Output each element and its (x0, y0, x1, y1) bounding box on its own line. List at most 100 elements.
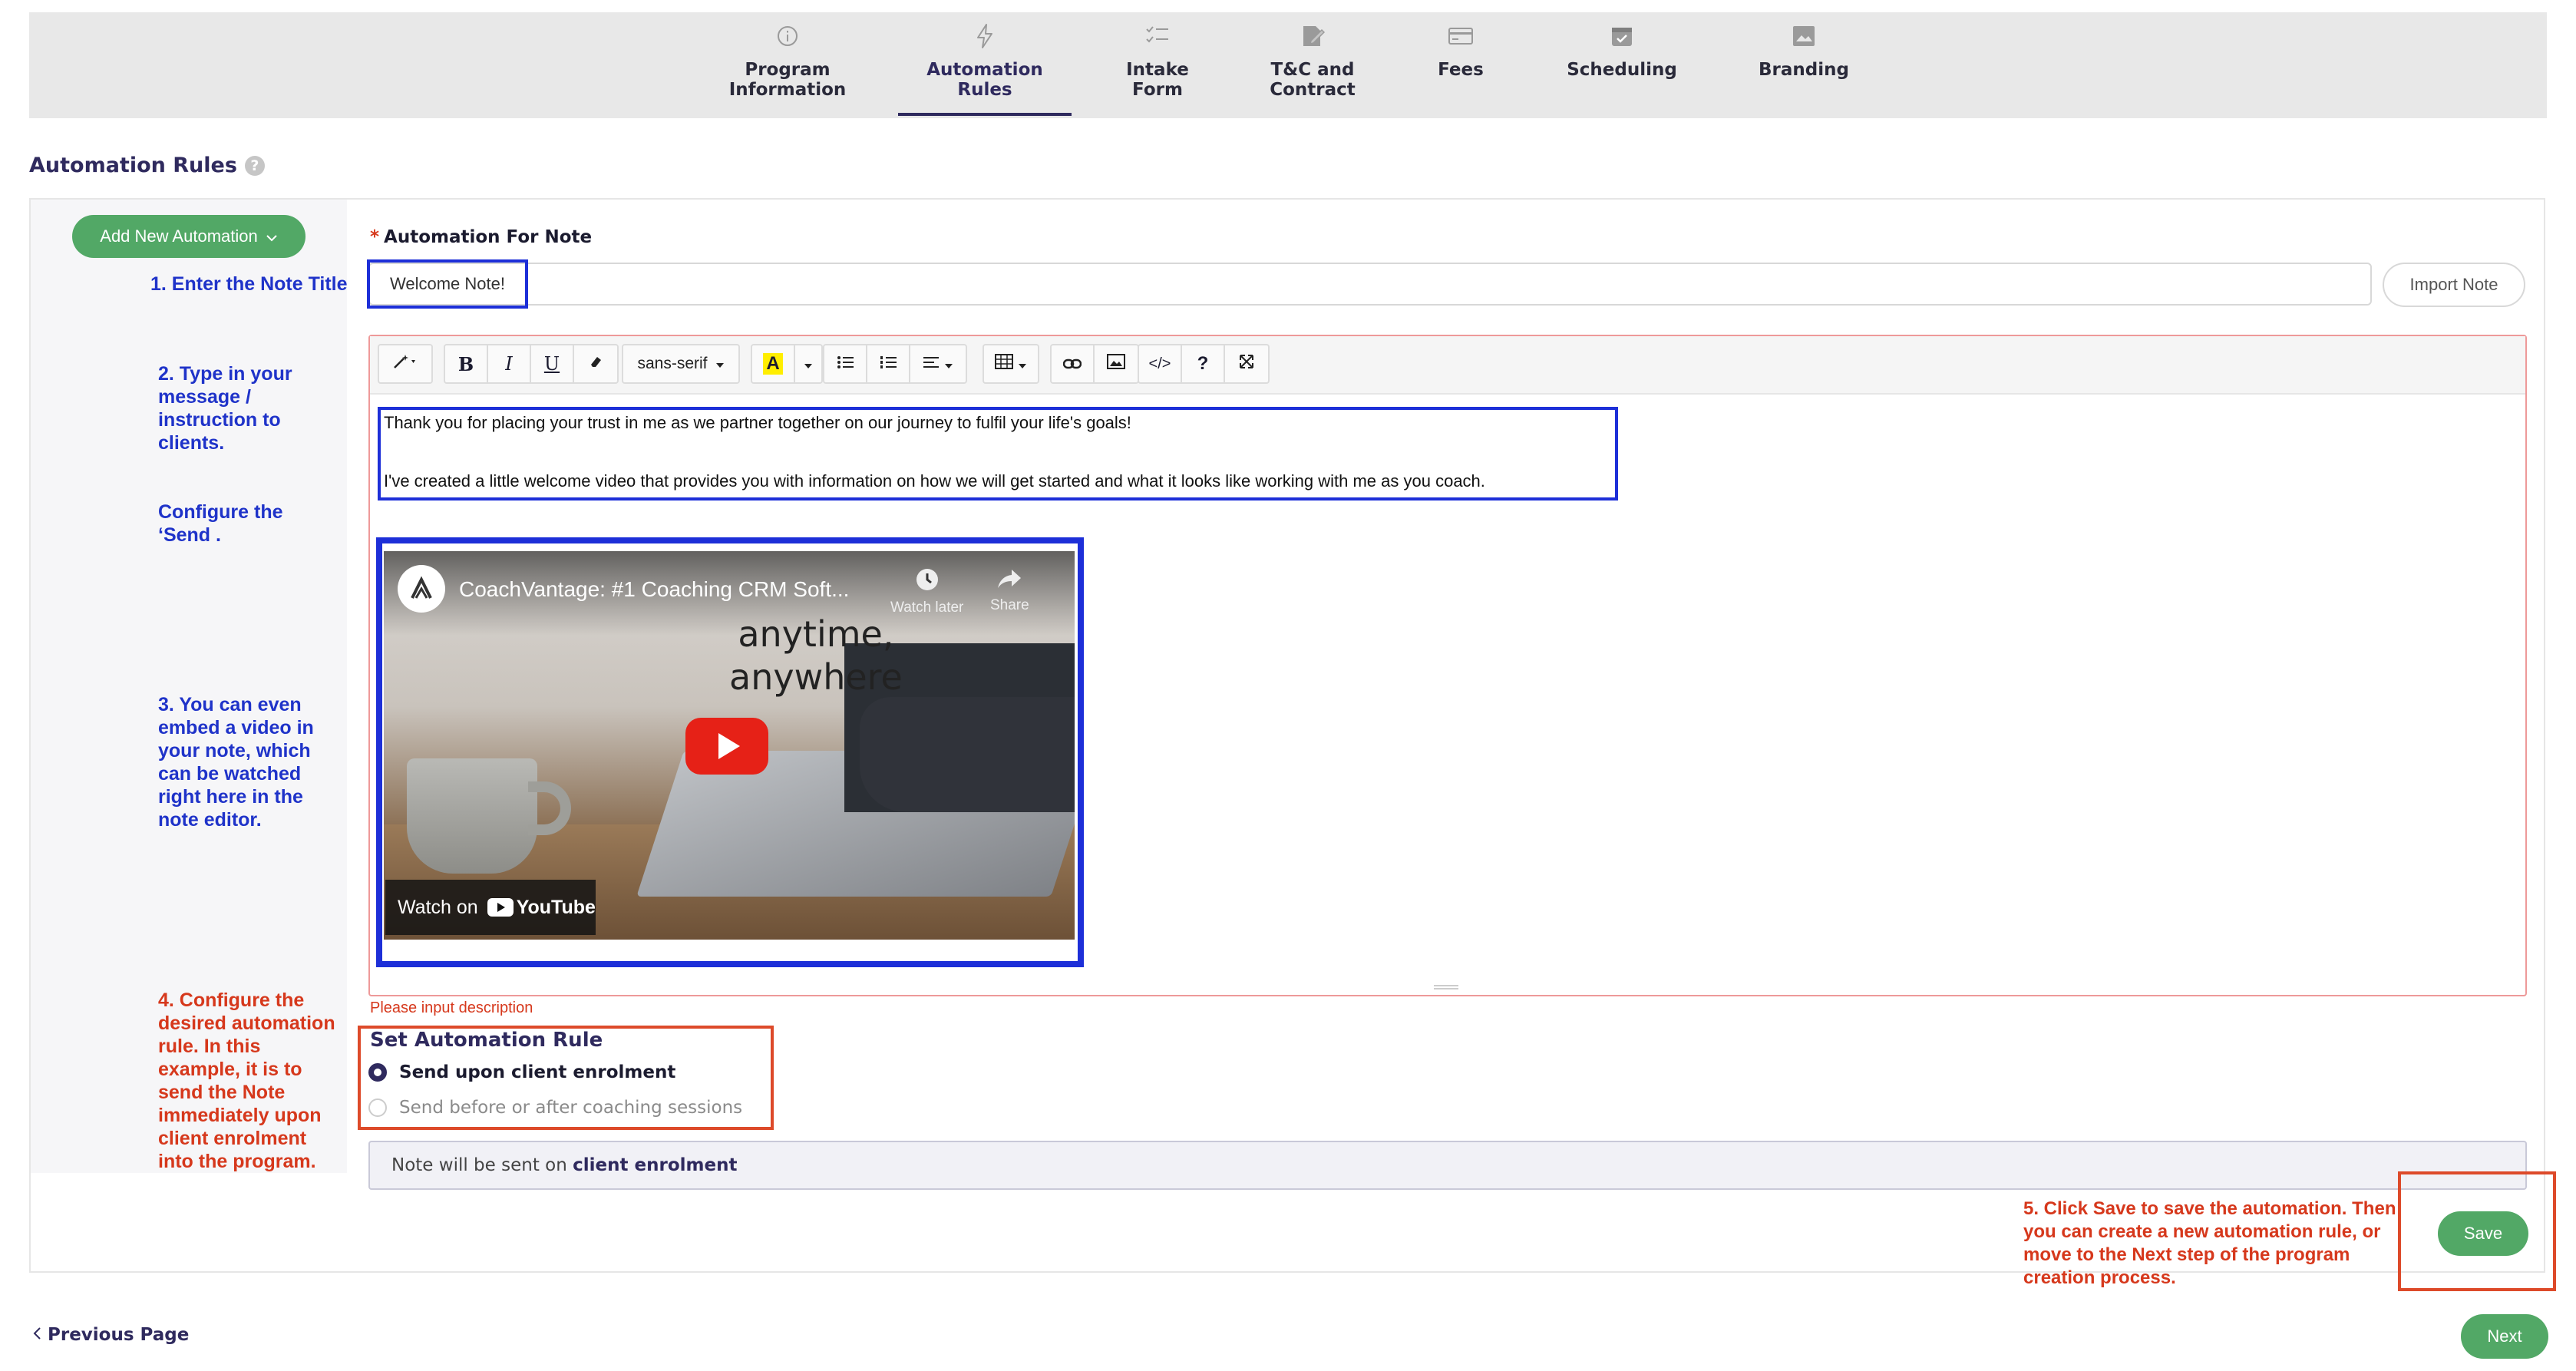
add-new-automation-button[interactable]: Add New Automation (72, 215, 305, 258)
list-group (823, 344, 967, 384)
step-label: Scheduling (1567, 60, 1677, 80)
next-button[interactable]: Next (2461, 1314, 2548, 1359)
text-style-group: B I U (444, 344, 619, 384)
font-color-dropdown[interactable] (795, 345, 821, 382)
watch-on-label: Watch on (398, 896, 478, 918)
channel-avatar-icon[interactable] (398, 565, 445, 613)
step-label: T&C and Contract (1270, 60, 1356, 100)
insert-image-button[interactable] (1095, 345, 1138, 382)
step-tc-and-contract[interactable]: T&C and Contract (1228, 0, 1397, 106)
automation-for-note-label: * Automation For Note (370, 227, 592, 247)
watch-later-button[interactable]: Watch later (890, 567, 963, 616)
required-mark: * (370, 227, 380, 247)
eraser-icon (588, 353, 603, 375)
fullscreen-button[interactable] (1225, 345, 1268, 382)
font-family-select[interactable]: sans-serif (622, 344, 740, 384)
caret-down-icon (944, 353, 953, 375)
magic-format-button[interactable] (378, 344, 433, 384)
step-automation-rules[interactable]: Automation Rules (890, 0, 1079, 106)
youtube-wordmark: YouTube (516, 896, 596, 918)
video-overlay-text: anytime, anywhere (729, 613, 903, 698)
image-icon (1107, 353, 1125, 375)
video-scene-arm (860, 697, 1075, 812)
annotation-step-4: 4. Configure the desired automation rule… (158, 989, 335, 1172)
previous-page-label: Previous Page (48, 1325, 190, 1345)
field-label-text: Automation For Note (384, 227, 593, 247)
help-icon[interactable]: ? (244, 155, 265, 176)
editor-help-button[interactable]: ? (1182, 345, 1225, 382)
clock-icon (914, 567, 940, 600)
description-hint: Please input description (370, 999, 533, 1016)
credit-card-icon (1446, 21, 1475, 51)
step-program-information[interactable]: Program Information (693, 0, 882, 106)
rule-summary: Note will be sent on client enrolment (368, 1141, 2527, 1190)
insert-group (1050, 344, 1139, 384)
checklist-icon (1143, 21, 1172, 51)
bullet-list-icon (837, 353, 854, 375)
rule-option-sessions[interactable]: Send before or after coaching sessions (368, 1098, 742, 1118)
active-step-underline (898, 113, 1072, 116)
share-label: Share (990, 597, 1029, 613)
automation-rule-title: Set Automation Rule (370, 1029, 603, 1052)
annotation-configure-send: Configure the ‘Send . (158, 501, 283, 546)
paragraph-align-button[interactable] (910, 345, 966, 382)
question-icon: ? (1197, 353, 1209, 374)
table-icon (995, 353, 1013, 375)
caret-down-icon (715, 355, 725, 373)
step-label: Fees (1438, 60, 1484, 80)
editor-resize-handle[interactable] (1434, 985, 1458, 989)
import-note-button[interactable]: Import Note (2383, 263, 2525, 307)
share-arrow-icon (996, 567, 1022, 597)
insert-table-button[interactable] (983, 344, 1039, 384)
watch-on-youtube-button[interactable]: Watch on YouTube (385, 880, 596, 935)
editor-text-line[interactable]: Thank you for placing your trust in me a… (384, 413, 1131, 433)
link-icon (1062, 353, 1082, 375)
share-button[interactable]: Share (990, 567, 1029, 614)
font-color-button[interactable]: A (752, 345, 795, 382)
editor-text-line[interactable]: I've created a little welcome video that… (384, 471, 1485, 491)
caret-down-icon (804, 353, 813, 375)
chevron-left-icon (32, 1325, 41, 1345)
youtube-play-button[interactable] (685, 718, 768, 775)
step-label: Branding (1759, 60, 1849, 80)
info-icon (773, 21, 802, 51)
note-title-input[interactable] (368, 263, 2372, 306)
highlight-letter-icon: A (763, 353, 783, 375)
video-title[interactable]: CoachVantage: #1 Coaching CRM Soft... (459, 577, 849, 602)
code-icon: </> (1148, 355, 1171, 372)
save-button[interactable]: Save (2438, 1211, 2528, 1256)
align-left-icon (923, 353, 940, 375)
step-label: Intake Form (1126, 60, 1189, 100)
note-title-highlight-box (367, 259, 528, 309)
step-label: Program Information (728, 60, 847, 100)
picture-icon (1789, 21, 1818, 51)
radio-unselected[interactable] (368, 1098, 387, 1117)
step-intake-form[interactable]: Intake Form (1075, 0, 1240, 106)
contract-sign-icon (1298, 21, 1327, 51)
radio-selected[interactable] (368, 1063, 387, 1082)
step-scheduling[interactable]: Scheduling (1540, 0, 1704, 106)
bold-button[interactable]: B (445, 345, 488, 382)
add-new-automation-label: Add New Automation (100, 226, 258, 246)
summary-value: client enrolment (573, 1155, 738, 1175)
insert-link-button[interactable] (1052, 345, 1095, 382)
section-title-text: Automation Rules (29, 154, 237, 177)
expand-icon (1239, 353, 1254, 375)
annotation-step-2: 2. Type in your message / instruction to… (158, 363, 292, 454)
underline-button[interactable]: U (531, 345, 574, 382)
annotation-step-1: 1. Enter the Note Title (150, 273, 348, 295)
previous-page-link[interactable]: Previous Page (32, 1325, 189, 1345)
summary-prefix: Note will be sent on (391, 1155, 567, 1175)
bulleted-list-button[interactable] (824, 345, 867, 382)
eraser-button[interactable] (574, 345, 617, 382)
rule-option-enrolment[interactable]: Send upon client enrolment (368, 1062, 675, 1082)
step-branding[interactable]: Branding (1719, 0, 1888, 106)
calendar-icon (1607, 21, 1636, 51)
numbered-list-button[interactable] (867, 345, 910, 382)
step-label: Automation Rules (926, 60, 1043, 100)
code-view-button[interactable]: </> (1139, 345, 1182, 382)
magic-wand-icon (391, 352, 419, 376)
step-fees[interactable]: Fees (1382, 0, 1540, 106)
caret-down-icon (1018, 353, 1027, 375)
italic-button[interactable]: I (488, 345, 531, 382)
